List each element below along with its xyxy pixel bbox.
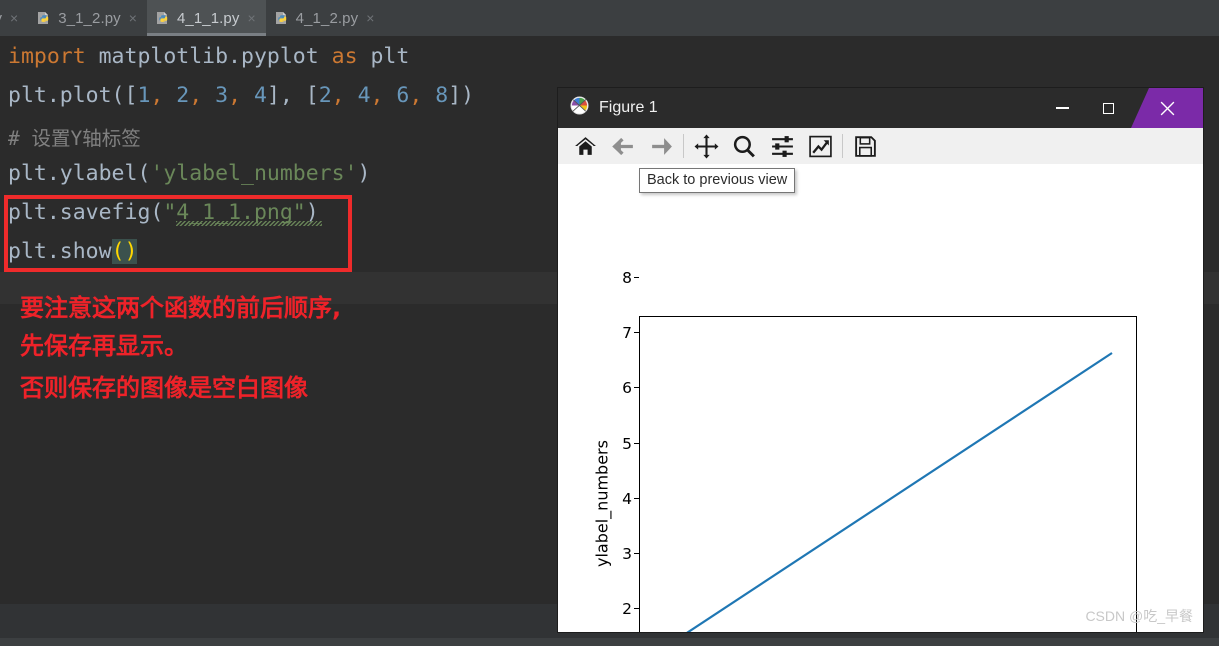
toolbar-separator	[683, 134, 684, 158]
forward-button[interactable]	[642, 130, 680, 162]
figure-navigation-toolbar[interactable]	[558, 128, 1203, 164]
arg-y3: 6	[396, 83, 410, 108]
close-icon	[1160, 101, 1174, 115]
call-close: )	[357, 161, 371, 186]
matplotlib-logo-icon	[570, 96, 589, 120]
comma: ,	[150, 83, 177, 108]
code-line-3-comment[interactable]: # 设置Y轴标签	[8, 128, 141, 150]
alias-plt: plt	[357, 44, 410, 69]
back-arrow-icon	[611, 137, 633, 155]
ide-bottom-strip	[0, 638, 1219, 646]
matplotlib-figure-window[interactable]: Figure 1 ylabel_numbers 2 3 4 5 6 7 8 CS…	[558, 88, 1203, 632]
editor-tab-4-1-1[interactable]: 4_1_1.py ×	[146, 0, 266, 36]
y-tick-label: 7	[622, 324, 632, 342]
y-tick-label: 5	[622, 435, 632, 453]
comma: ,	[409, 83, 436, 108]
figure-canvas[interactable]: ylabel_numbers 2 3 4 5 6 7 8 CSDN @吃_早餐	[558, 164, 1203, 632]
editor-tab-partial[interactable]: py ×	[0, 0, 28, 36]
editor-tab-bar: py × 3_1_2.py ×	[0, 0, 1219, 36]
python-file-icon	[274, 10, 290, 26]
zoom-button[interactable]	[725, 130, 763, 162]
editor-tab-label: py	[0, 10, 2, 27]
keyword-import: import	[8, 44, 86, 69]
call-plot: plt.plot([	[8, 83, 138, 108]
list-separator: ], [	[266, 83, 319, 108]
keyword-as: as	[331, 44, 358, 69]
call-close: ])	[448, 83, 475, 108]
y-axis-label: ylabel_numbers	[592, 440, 612, 567]
toolbar-separator	[842, 134, 843, 158]
module-path: matplotlib.pyplot	[85, 44, 332, 69]
matched-parens-highlight: ()	[111, 239, 138, 264]
code-line-2[interactable]: plt.plot([1, 2, 3, 4], [2, 4, 6, 8])	[8, 85, 474, 107]
tab-close-icon[interactable]: ×	[8, 11, 18, 25]
python-file-icon	[155, 10, 171, 26]
y-tick-label: 8	[622, 269, 632, 287]
home-icon	[574, 136, 596, 155]
minimize-button[interactable]	[1039, 88, 1085, 128]
zoom-magnifier-icon	[733, 135, 755, 157]
close-button[interactable]	[1131, 88, 1203, 128]
arg-y1: 2	[318, 83, 332, 108]
maximize-icon	[1102, 102, 1114, 114]
save-button[interactable]	[846, 130, 884, 162]
minimize-icon	[1055, 107, 1069, 109]
tab-close-icon[interactable]: ×	[245, 11, 255, 25]
arg-x3: 3	[215, 83, 229, 108]
code-line-4[interactable]: plt.ylabel('ylabel_numbers')	[8, 163, 370, 185]
arg-y4: 8	[435, 83, 449, 108]
watermark-text: CSDN @吃_早餐	[1085, 608, 1193, 624]
save-floppy-icon	[854, 135, 876, 157]
arg-x1: 1	[137, 83, 151, 108]
figure-title-bar[interactable]: Figure 1	[558, 88, 1203, 128]
comma: ,	[228, 83, 254, 108]
y-tick-mark	[634, 277, 639, 279]
y-tick-label: 2	[622, 600, 632, 618]
code-line-5[interactable]: plt.savefig("4_1_1.png")	[8, 202, 319, 224]
tab-close-icon[interactable]: ×	[364, 11, 374, 25]
editor-tab-label: 4_1_2.py	[295, 9, 359, 27]
python-file-icon	[36, 10, 52, 26]
home-button[interactable]	[566, 130, 604, 162]
edit-axis-curves-icon	[808, 135, 832, 157]
code-line-6[interactable]: plt.show()	[8, 239, 138, 264]
editor-tab-label: 4_1_1.py	[176, 9, 240, 27]
arg-x4: 4	[253, 83, 267, 108]
arg-y2: 4	[357, 83, 371, 108]
code-line-1[interactable]: import matplotlib.pyplot as plt	[8, 46, 409, 68]
editor-tab-4-1-2[interactable]: 4_1_2.py ×	[266, 0, 385, 36]
subplot-config-button[interactable]	[763, 130, 801, 162]
call-ylabel: plt.ylabel(	[8, 161, 151, 186]
editor-tab-label: 3_1_2.py	[58, 9, 121, 27]
string-ylabel-value: 'ylabel_numbers'	[150, 161, 358, 186]
arg-x2: 2	[176, 83, 190, 108]
y-tick-label: 4	[622, 490, 632, 508]
string-filename: "4_1_1.png"	[163, 200, 306, 225]
figure-window-title: Figure 1	[599, 99, 658, 116]
call-close: )	[305, 200, 319, 225]
y-tick-label: 6	[622, 379, 632, 397]
annotation-line-1: 要注意这两个函数的前后顺序,	[20, 294, 342, 322]
edit-axis-button[interactable]	[801, 130, 839, 162]
comma: ,	[189, 83, 216, 108]
pan-button[interactable]	[687, 130, 725, 162]
plot-axes-area[interactable]	[639, 316, 1137, 632]
maximize-button[interactable]	[1085, 88, 1131, 128]
call-show: plt.show	[8, 239, 112, 264]
subplot-config-icon	[771, 135, 793, 157]
annotation-line-3: 否则保存的图像是空白图像	[20, 374, 308, 402]
comma: ,	[331, 83, 358, 108]
call-savefig: plt.savefig(	[8, 200, 164, 225]
back-button[interactable]	[604, 130, 642, 162]
annotation-line-2: 先保存再显示。	[20, 332, 188, 360]
y-tick-label: 3	[622, 545, 632, 563]
tab-close-icon[interactable]: ×	[127, 11, 137, 25]
plot-line-series	[686, 352, 1113, 632]
toolbar-tooltip: Back to previous view	[639, 168, 796, 193]
pan-move-icon	[694, 134, 718, 158]
forward-arrow-icon	[651, 137, 672, 155]
comma: ,	[370, 83, 397, 108]
editor-tab-3-1-2[interactable]: 3_1_2.py ×	[28, 0, 147, 36]
